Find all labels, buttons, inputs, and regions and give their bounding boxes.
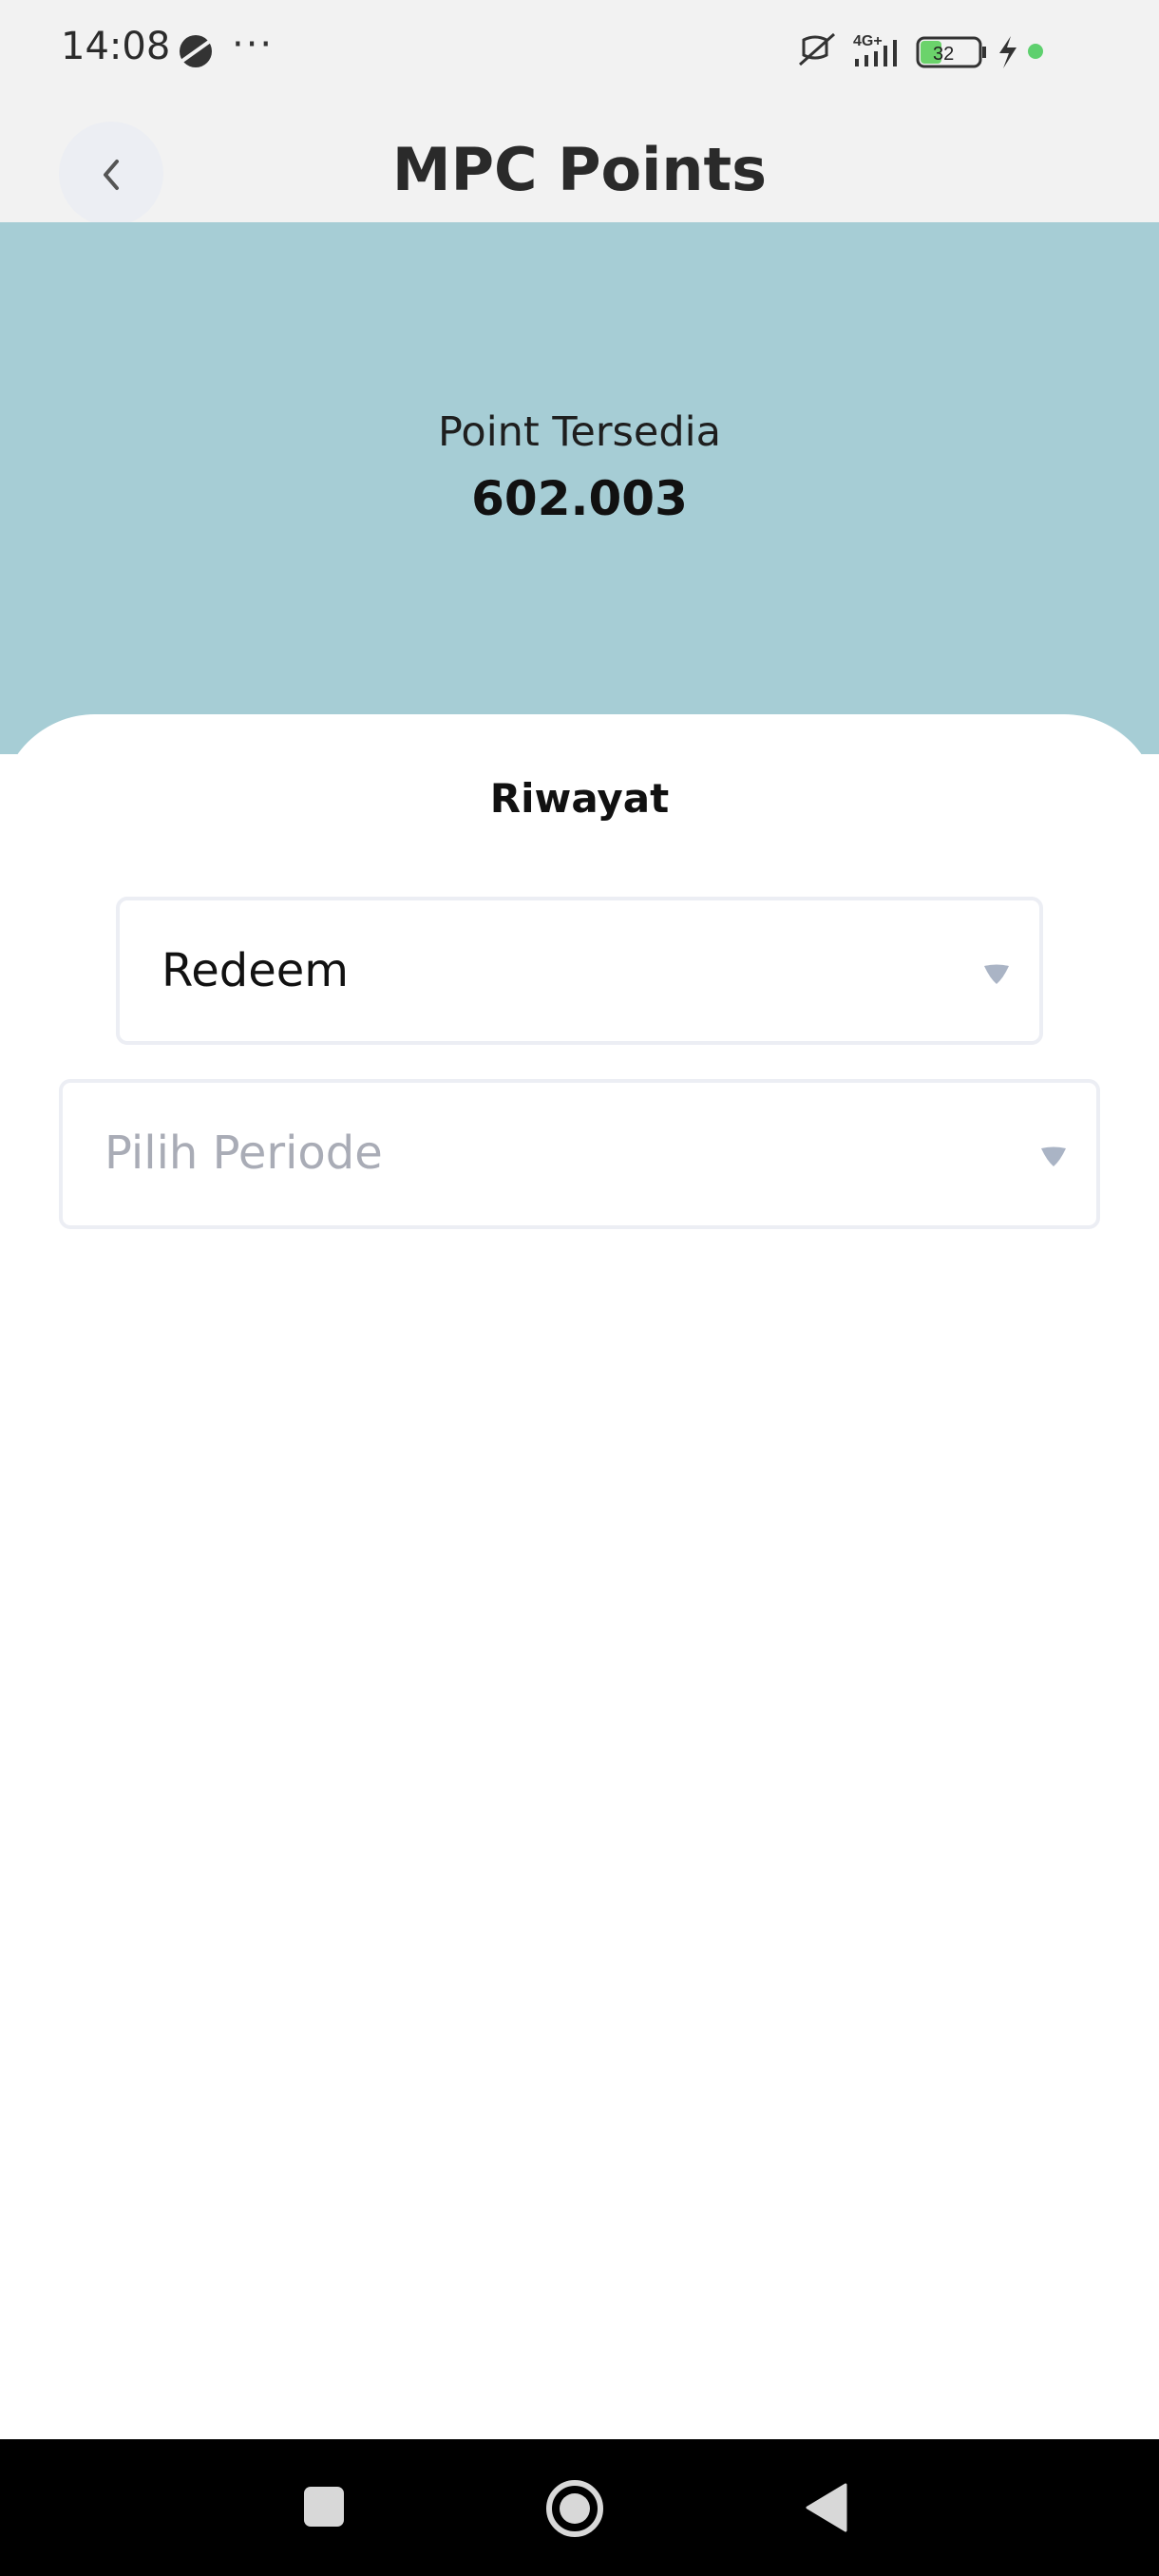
signal-4g-icon: 4G+ xyxy=(853,33,897,66)
page-title: MPC Points xyxy=(391,135,768,204)
tab-riwayat[interactable]: Riwayat xyxy=(142,775,1016,924)
more-notifications-icon: ··· xyxy=(232,23,275,66)
points-label: Point Tersedia xyxy=(438,408,721,456)
period-select-placeholder: Pilih Periode xyxy=(104,1127,383,1180)
caret-down-icon xyxy=(1041,1146,1066,1166)
charging-icon xyxy=(999,36,1016,68)
mute-vibrate-icon xyxy=(799,32,835,66)
recents-button[interactable] xyxy=(302,2485,346,2529)
status-icons: 4G+ 32 xyxy=(799,32,1043,68)
status-bar: 14:08 ··· 4G+ 32 xyxy=(0,0,1159,103)
home-button[interactable] xyxy=(545,2479,604,2538)
caret-down-icon xyxy=(984,964,1009,984)
status-time: 14:08 xyxy=(61,25,171,68)
dot-icon xyxy=(1028,44,1043,59)
points-value: 602.003 xyxy=(471,471,688,526)
period-select[interactable]: Pilih Periode xyxy=(59,1079,1100,1229)
system-nav-bar xyxy=(0,2439,1159,2576)
points-header: Point Tersedia 602.003 xyxy=(0,222,1159,754)
back-nav-button[interactable] xyxy=(804,2483,847,2532)
app-bar: MPC Points xyxy=(0,103,1159,226)
battery-level: 32 xyxy=(933,44,954,65)
type-select-value: Redeem xyxy=(162,944,350,997)
planet-icon xyxy=(180,35,212,67)
tab-label: Riwayat xyxy=(489,775,670,822)
type-select[interactable]: Redeem xyxy=(116,897,1043,1045)
svg-text:4G+: 4G+ xyxy=(853,33,883,49)
battery-icon: 32 xyxy=(916,36,986,68)
